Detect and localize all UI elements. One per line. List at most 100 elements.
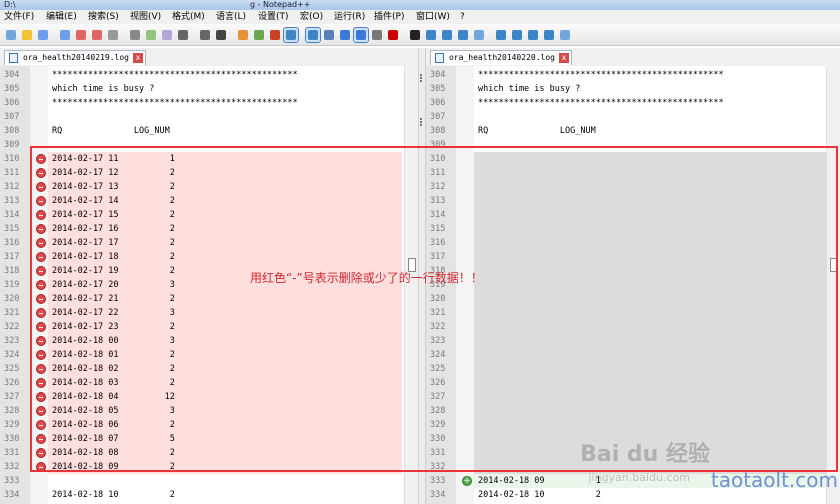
menu-item[interactable]: 宏(O) [300, 11, 323, 23]
code-line[interactable]: 304 *************************************… [0, 68, 418, 82]
code-line[interactable]: 318 [426, 264, 840, 278]
menu-item[interactable]: 格式(M) [172, 11, 205, 23]
copy-icon[interactable] [144, 28, 158, 42]
code-line[interactable]: 324 [426, 348, 840, 362]
menu-item[interactable]: 窗口(W) [416, 11, 450, 23]
code-line[interactable]: 326 [426, 376, 840, 390]
code-line[interactable]: 308 RQ LOG_NUM [426, 124, 840, 138]
menu-item[interactable]: 插件(P) [374, 11, 404, 23]
paste-icon[interactable] [160, 28, 174, 42]
redo-icon[interactable] [198, 28, 212, 42]
code-line[interactable]: 331 2014-02-18 08 2 [0, 446, 418, 460]
code-line[interactable]: 315 [426, 222, 840, 236]
save-macro-icon[interactable] [456, 28, 470, 42]
prev-diff-icon[interactable] [494, 28, 508, 42]
code-line[interactable]: 310 [426, 152, 840, 166]
code-line[interactable]: 328 2014-02-18 05 3 [0, 404, 418, 418]
stop-record-icon[interactable] [408, 28, 422, 42]
code-line[interactable]: 314 2014-02-17 15 2 [0, 208, 418, 222]
code-line[interactable]: 309 [426, 138, 840, 152]
menu-item[interactable]: 语言(L) [216, 11, 246, 23]
close-tab-icon[interactable]: x [558, 53, 569, 63]
code-line[interactable]: 311 2014-02-17 12 2 [0, 166, 418, 180]
code-line[interactable]: 314 [426, 208, 840, 222]
spell-check-icon[interactable] [558, 28, 572, 42]
doc-map-icon[interactable] [370, 28, 384, 42]
code-line[interactable]: 306 *************************************… [426, 96, 840, 110]
zoom-in-icon[interactable] [252, 28, 266, 42]
new-file-icon[interactable] [4, 28, 18, 42]
save-all-icon[interactable] [58, 28, 72, 42]
code-line[interactable]: 320 2014-02-17 21 2 [0, 292, 418, 306]
code-line[interactable]: 324 2014-02-18 01 2 [0, 348, 418, 362]
close-tab-icon[interactable]: x [132, 53, 143, 63]
close-all-icon[interactable] [90, 28, 104, 42]
code-line[interactable]: 329 [426, 418, 840, 432]
save-icon[interactable] [36, 28, 50, 42]
first-diff-icon[interactable] [526, 28, 540, 42]
code-line[interactable]: 312 [426, 180, 840, 194]
open-file-icon[interactable] [20, 28, 34, 42]
tab-right-file[interactable]: ora_health20140220.log x [430, 50, 572, 65]
code-line[interactable]: 334 2014-02-18 10 2 [0, 488, 418, 502]
next-diff-icon[interactable] [510, 28, 524, 42]
code-line[interactable]: 317 [426, 250, 840, 264]
code-line[interactable]: 316 2014-02-17 17 2 [0, 236, 418, 250]
code-line[interactable]: 330 2014-02-18 07 5 [0, 432, 418, 446]
menu-item[interactable]: 文件(F) [4, 11, 34, 23]
code-line[interactable]: 327 [426, 390, 840, 404]
indent-guide-icon[interactable] [353, 27, 369, 43]
code-line[interactable]: 316 [426, 236, 840, 250]
code-line[interactable]: 322 [426, 320, 840, 334]
code-line[interactable]: 327 2014-02-18 04 12 [0, 390, 418, 404]
code-line[interactable]: 315 2014-02-17 16 2 [0, 222, 418, 236]
play-macro-icon[interactable] [424, 28, 438, 42]
find-icon[interactable] [214, 28, 228, 42]
code-line[interactable]: 332 2014-02-18 09 2 [0, 460, 418, 474]
last-diff-icon[interactable] [542, 28, 556, 42]
code-line[interactable]: 321 [426, 306, 840, 320]
word-wrap-icon[interactable] [322, 28, 336, 42]
code-line[interactable]: 306 *************************************… [0, 96, 418, 110]
code-line[interactable]: 325 [426, 362, 840, 376]
code-line[interactable]: 321 2014-02-17 22 3 [0, 306, 418, 320]
tab-left-file[interactable]: ora_health20140219.log x [4, 50, 146, 65]
code-line[interactable]: 322 2014-02-17 23 2 [0, 320, 418, 334]
zoom-out-icon[interactable] [268, 28, 282, 42]
code-line[interactable]: 305 which time is busy ? [426, 82, 840, 96]
menu-item[interactable]: 视图(V) [130, 11, 161, 23]
menu-item[interactable]: 搜索(S) [88, 11, 119, 23]
code-line[interactable]: 319 [426, 278, 840, 292]
code-line[interactable]: 309 [0, 138, 418, 152]
menu-item[interactable]: 运行(R) [334, 11, 365, 23]
code-line[interactable]: 325 2014-02-18 02 2 [0, 362, 418, 376]
cut-icon[interactable] [128, 28, 142, 42]
sync-horizontal-icon[interactable] [305, 27, 321, 43]
close-icon[interactable] [74, 28, 88, 42]
code-line[interactable]: 313 [426, 194, 840, 208]
code-line[interactable]: 312 2014-02-17 13 2 [0, 180, 418, 194]
code-line[interactable]: 304 *************************************… [426, 68, 840, 82]
print-icon[interactable] [106, 28, 120, 42]
sync-vertical-icon[interactable] [283, 27, 299, 43]
code-line[interactable]: 310 2014-02-17 11 1 [0, 152, 418, 166]
code-line[interactable]: 326 2014-02-18 03 2 [0, 376, 418, 390]
code-line[interactable]: 313 2014-02-17 14 2 [0, 194, 418, 208]
code-line[interactable]: 328 [426, 404, 840, 418]
code-line[interactable]: 317 2014-02-17 18 2 [0, 250, 418, 264]
code-line[interactable]: 333 [0, 474, 418, 488]
code-line[interactable]: 305 which time is busy ? [0, 82, 418, 96]
show-all-chars-icon[interactable] [338, 28, 352, 42]
record-macro-icon[interactable] [386, 28, 400, 42]
undo-icon[interactable] [176, 28, 190, 42]
menu-item[interactable]: 设置(T) [258, 11, 289, 23]
menu-item[interactable]: ? [460, 11, 465, 23]
run-macro-multiple-icon[interactable] [440, 28, 454, 42]
compare-icon[interactable] [472, 28, 486, 42]
code-line[interactable]: 307 [0, 110, 418, 124]
code-line[interactable]: 307 [426, 110, 840, 124]
code-line[interactable]: 308 RQ LOG_NUM [0, 124, 418, 138]
code-line[interactable]: 320 [426, 292, 840, 306]
code-line[interactable]: 323 2014-02-18 00 3 [0, 334, 418, 348]
menu-item[interactable]: 编辑(E) [46, 11, 77, 23]
